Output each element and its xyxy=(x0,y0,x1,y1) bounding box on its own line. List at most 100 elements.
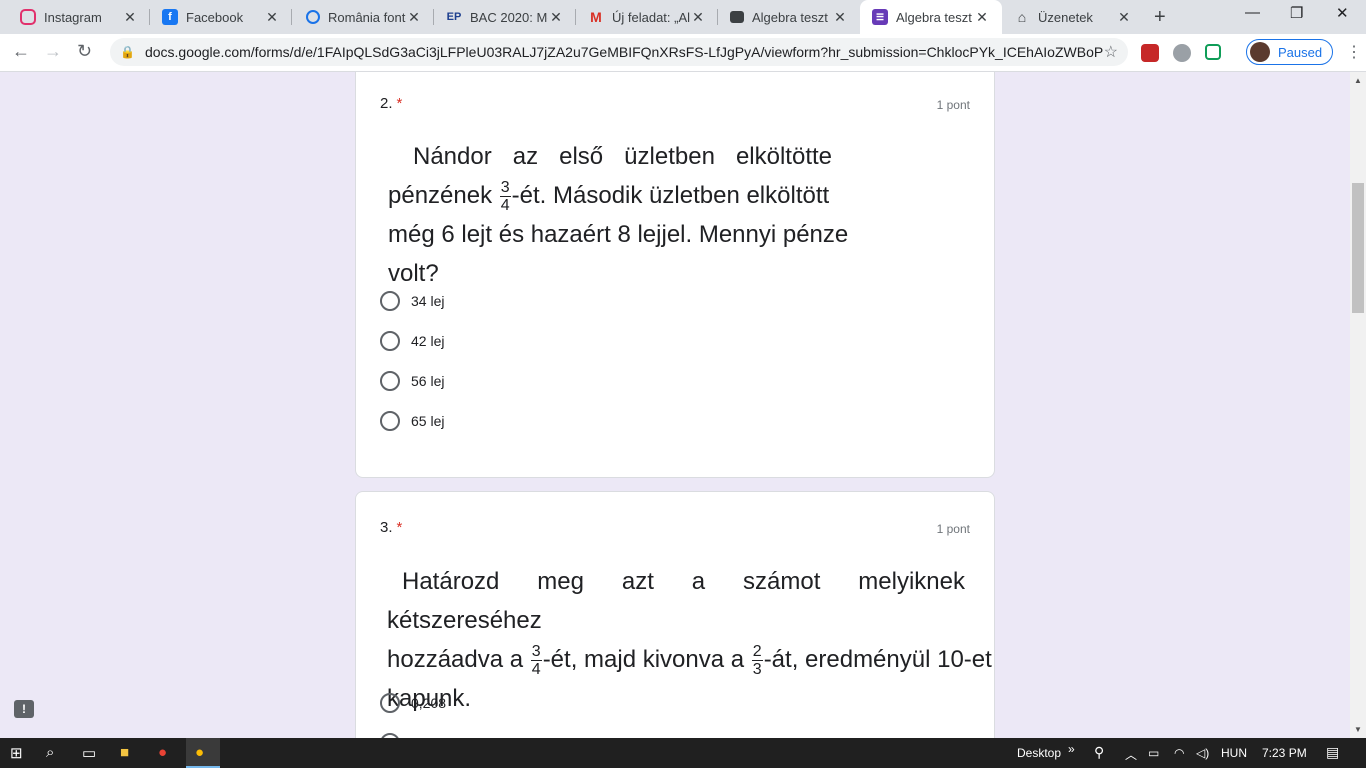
fraction-numerator: 2 xyxy=(751,643,763,662)
fraction-denominator: 3 xyxy=(752,661,762,679)
extension-icon[interactable] xyxy=(1205,44,1221,60)
feedback-icon[interactable]: ! xyxy=(14,700,34,718)
paused-label: Paused xyxy=(1278,44,1323,60)
question-fragment: -ét. Második üzletben elköltött xyxy=(511,182,830,209)
task-view-icon[interactable]: ▭ xyxy=(82,744,96,762)
radio-button[interactable] xyxy=(380,693,400,713)
windows-taskbar: ⊞ ⌕ ▭ ■ ● ● Desktop » ⚲ ︿ ▭ ◠ ◁) HUN 7:2… xyxy=(0,738,1366,768)
wifi-icon[interactable]: ◠ xyxy=(1174,746,1184,760)
close-icon[interactable]: ✕ xyxy=(690,9,706,26)
browser-toolbar: ← → ↻ 🔒 docs.google.com/forms/d/e/1FAIpQ… xyxy=(0,34,1366,72)
tab-facebook[interactable]: f Facebook ✕ xyxy=(150,0,292,34)
notification-icon[interactable]: ▤ xyxy=(1326,744,1339,761)
search-icon[interactable]: ⌕ xyxy=(46,744,54,761)
scroll-up-icon[interactable]: ▲ xyxy=(1354,76,1362,85)
tab-uzenetek[interactable]: ⌂ Üzenetek ✕ xyxy=(1002,0,1144,34)
page-scrollbar[interactable]: ▲ ▼ xyxy=(1350,72,1366,738)
fraction-numerator: 3 xyxy=(499,179,511,198)
question-number: 2. * xyxy=(380,95,402,112)
tab-label: România fonto xyxy=(328,9,406,25)
chevron-right-icon[interactable]: » xyxy=(1068,742,1075,756)
fraction-denominator: 4 xyxy=(500,197,510,215)
language-indicator[interactable]: HUN xyxy=(1221,746,1247,760)
classroom-icon xyxy=(730,11,744,23)
address-bar[interactable]: 🔒 docs.google.com/forms/d/e/1FAIpQLSdG3a… xyxy=(110,38,1128,66)
close-icon[interactable]: ✕ xyxy=(974,9,990,26)
option-label: 65 lej xyxy=(411,413,445,429)
option-radio[interactable]: 56 lej xyxy=(380,371,444,391)
question-line: kapunk. xyxy=(387,685,472,712)
option-radio[interactable]: 34 lej xyxy=(380,291,444,311)
tab-label: Algebra teszt xyxy=(752,9,828,25)
file-explorer-icon[interactable]: ■ xyxy=(120,744,129,761)
tab-forms-active[interactable]: ☰ Algebra teszt ✕ xyxy=(860,0,1002,34)
option-radio[interactable]: 42 lej xyxy=(380,331,444,351)
scrollbar-thumb[interactable] xyxy=(1352,183,1364,313)
close-icon[interactable]: ✕ xyxy=(264,9,280,26)
question-line: Nándor az első üzletben elköltötte xyxy=(413,143,832,170)
scroll-down-icon[interactable]: ▼ xyxy=(1354,725,1362,734)
chrome-icon[interactable]: ● xyxy=(195,744,204,761)
radio-button[interactable] xyxy=(380,411,400,431)
avatar xyxy=(1250,42,1270,62)
radio-button[interactable] xyxy=(380,331,400,351)
tab-romania[interactable]: România fonto ✕ xyxy=(292,0,434,34)
required-asterisk: * xyxy=(396,95,403,112)
windows-start-icon[interactable]: ⊞ xyxy=(10,744,23,762)
question-line: hozzáadva a 3 4 -ét, majd kivonva a 2 3 -át,… xyxy=(387,640,992,679)
restore-button[interactable]: ❐ xyxy=(1290,4,1303,22)
forward-button[interactable]: → xyxy=(44,41,62,62)
question-number-text: 2. xyxy=(380,95,393,112)
facebook-icon: f xyxy=(162,9,178,25)
question-line: Határozd meg azt a számot melyiknek kéts… xyxy=(387,568,965,634)
option-radio[interactable]: 0,208 xyxy=(380,693,446,713)
option-label: 42 lej xyxy=(411,333,445,349)
tab-bac[interactable]: EP BAC 2020: Mo ✕ xyxy=(434,0,576,34)
question-fragment: pénzének xyxy=(388,182,493,209)
people-icon[interactable]: ⚲ xyxy=(1094,744,1104,761)
tab-instagram[interactable]: Instagram ✕ xyxy=(0,0,150,34)
desktop-toolbar-label[interactable]: Desktop xyxy=(1017,746,1061,760)
close-icon[interactable]: ✕ xyxy=(1116,9,1132,26)
question-line: még 6 lejt és hazaért 8 lejjel. Mennyi p… xyxy=(388,221,849,248)
tab-label: Új feladat: „Alg xyxy=(612,9,690,25)
close-window-button[interactable]: ✕ xyxy=(1336,4,1349,22)
gmail-icon: M xyxy=(590,9,602,25)
fraction-numerator: 3 xyxy=(530,643,542,662)
browser-menu-icon[interactable]: ⋮ xyxy=(1346,42,1362,62)
question-fragment: -át, eredményül 10-et xyxy=(763,646,992,673)
clock[interactable]: 7:23 PM xyxy=(1262,746,1307,760)
chrome-icon[interactable]: ● xyxy=(158,744,167,761)
close-icon[interactable]: ✕ xyxy=(832,9,848,26)
question-fragment: hozzáadva a xyxy=(387,646,524,673)
question-number: 3. * xyxy=(380,519,402,536)
chevron-up-icon[interactable]: ︿ xyxy=(1125,746,1137,763)
forms-icon: ☰ xyxy=(872,9,888,25)
bookmark-star-icon[interactable]: ☆ xyxy=(1104,42,1118,62)
minimize-button[interactable]: — xyxy=(1245,4,1260,21)
option-label: 34 lej xyxy=(411,293,445,309)
tab-classroom[interactable]: Algebra teszt ✕ xyxy=(718,0,860,34)
option-radio[interactable]: 65 lej xyxy=(380,411,444,431)
tab-label: BAC 2020: Mo xyxy=(470,9,548,25)
profile-paused-button[interactable]: Paused xyxy=(1246,39,1334,65)
close-icon[interactable]: ✕ xyxy=(406,9,422,26)
question-text: Nándor az első üzletben elköltötte pénzé… xyxy=(388,137,849,293)
close-icon[interactable]: ✕ xyxy=(122,9,138,26)
url-text: docs.google.com/forms/d/e/1FAIpQLSdG3aCi… xyxy=(144,44,1104,60)
question-points: 1 pont xyxy=(936,522,970,536)
volume-icon[interactable]: ◁) xyxy=(1196,746,1209,760)
fraction: 23 xyxy=(751,643,763,679)
radio-button[interactable] xyxy=(380,371,400,391)
radio-button[interactable] xyxy=(380,291,400,311)
instagram-icon xyxy=(20,9,36,25)
close-icon[interactable]: ✕ xyxy=(548,9,564,26)
battery-icon[interactable]: ▭ xyxy=(1148,746,1159,760)
new-tab-button[interactable]: + xyxy=(1154,6,1166,29)
back-button[interactable]: ← xyxy=(12,41,30,62)
tab-gmail[interactable]: M Új feladat: „Alg ✕ xyxy=(576,0,718,34)
extension-icon[interactable] xyxy=(1173,44,1191,62)
reload-button[interactable]: ↻ xyxy=(77,41,92,62)
extension-icon[interactable] xyxy=(1141,44,1159,62)
tab-strip: Instagram ✕ f Facebook ✕ România fonto ✕… xyxy=(0,0,1366,34)
